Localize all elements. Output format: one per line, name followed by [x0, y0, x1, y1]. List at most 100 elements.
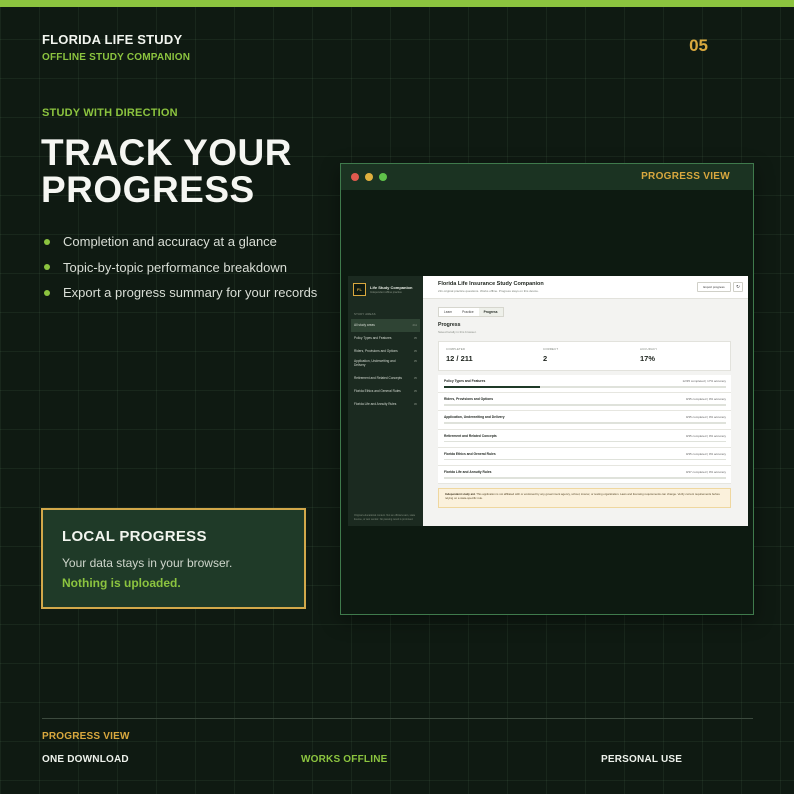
- sidebar-item-application[interactable]: Application, Underwriting and Delivery 35: [351, 357, 420, 372]
- browser-window: PROGRESS VIEW FL Life Study Companion In…: [340, 163, 754, 615]
- topic-stat: 0/35 completed | 0% accuracy: [685, 397, 726, 402]
- topic-stat: 0/35 completed | 0% accuracy: [685, 415, 726, 420]
- sidebar-item-label: Florida Life and Annuity Rules: [354, 401, 397, 406]
- tab-practice[interactable]: Practice: [457, 308, 479, 316]
- mode-tabs: Learn Practice Progress: [438, 307, 504, 317]
- sidebar-item-count: 35: [413, 359, 417, 364]
- topic-stat: 12/35 completed | 17% accuracy: [682, 379, 726, 383]
- sidebar-item-label: Policy Types and Features: [354, 336, 392, 341]
- footer-item-offline: WORKS OFFLINE: [301, 754, 388, 765]
- sidebar-item-ethics[interactable]: Florida Ethics and General Rules 35: [351, 385, 420, 398]
- topic-list: Policy Types and Features 12/35 complete…: [438, 375, 731, 485]
- close-dot-icon: [351, 173, 359, 181]
- topic-stat: 0/37 completed | 0% accuracy: [685, 469, 726, 474]
- sidebar-item-count: 35: [413, 348, 417, 353]
- feature-item: Topic-by-topic performance breakdown: [44, 255, 317, 281]
- card-highlight: Nothing is uploaded.: [62, 576, 181, 590]
- stats-summary: COMPLETED 12 / 211 CORRECT 2 ACCURACY 17…: [438, 341, 731, 371]
- sidebar-item-count: 35: [413, 336, 417, 341]
- brand-subtitle: OFFLINE STUDY COMPANION: [42, 52, 191, 63]
- notice-text: This application is not affiliated with …: [445, 492, 720, 501]
- app-logo: FL: [353, 283, 366, 296]
- maximize-dot-icon: [379, 173, 387, 181]
- topic-row: Florida Ethics and General Rules 0/35 co…: [438, 447, 731, 466]
- brand-title: FLORIDA LIFE STUDY: [42, 32, 183, 47]
- topic-name: Riders, Provisions and Options: [444, 397, 494, 402]
- window-titlebar: PROGRESS VIEW: [341, 164, 753, 190]
- sidebar-footer-note: Original educational content. Not an off…: [354, 514, 416, 521]
- sidebar-item-count: 211: [412, 323, 417, 328]
- refresh-icon[interactable]: ↻: [733, 282, 743, 292]
- topic-progress-bar: [444, 440, 726, 443]
- topic-name: Florida Ethics and General Rules: [444, 451, 496, 456]
- footer-label: PROGRESS VIEW: [42, 731, 130, 742]
- stat-value: 12 / 211: [446, 354, 473, 363]
- sidebar-header: FL Life Study Companion Independent offl…: [348, 276, 423, 303]
- topic-progress-bar: [444, 404, 726, 406]
- stat-completed: COMPLETED 12 / 211: [439, 342, 536, 370]
- sidebar-item-count: 36: [413, 401, 417, 406]
- app-main: Florida Life Insurance Study Companion 2…: [423, 276, 748, 526]
- page-number: 05: [689, 36, 708, 55]
- section-title: Progress: [438, 322, 461, 328]
- stat-correct: CORRECT 2: [536, 342, 633, 370]
- stat-label: ACCURACY: [640, 347, 658, 351]
- topic-progress-fill: [444, 386, 540, 388]
- feature-text: Completion and accuracy at a glance: [63, 234, 277, 250]
- footer-item-download: ONE DOWNLOAD: [42, 754, 129, 765]
- sidebar-item-label: All study areas: [354, 323, 375, 328]
- bullet-dot-icon: [44, 238, 50, 245]
- bullet-dot-icon: [44, 264, 50, 271]
- footer-item-personal: PERSONAL USE: [601, 754, 683, 765]
- minimize-dot-icon: [365, 173, 373, 181]
- main-header: Florida Life Insurance Study Companion 2…: [423, 276, 748, 299]
- topic-progress-bar: [444, 458, 726, 461]
- topic-name: Florida Life and Annuity Rules: [444, 469, 492, 474]
- feature-item: Export a progress summary for your recor…: [44, 280, 317, 306]
- card-title: LOCAL PROGRESS: [62, 528, 207, 545]
- eyebrow: STUDY WITH DIRECTION: [42, 107, 178, 119]
- feature-item: Completion and accuracy at a glance: [44, 229, 317, 255]
- topic-name: Policy Types and Features: [444, 379, 486, 383]
- footer-divider: [42, 718, 753, 719]
- section-subtitle: Saved locally in this browser.: [438, 330, 477, 334]
- sidebar-item-annuity[interactable]: Florida Life and Annuity Rules 36: [351, 397, 420, 410]
- tab-progress[interactable]: Progress: [478, 308, 503, 316]
- sidebar-item-policy-types[interactable]: Policy Types and Features 35: [351, 332, 420, 345]
- sidebar-item-label: Application, Underwriting and Delivery: [354, 359, 396, 368]
- sidebar-item-label: Riders, Provisions and Options: [354, 348, 398, 353]
- topic-name: Retirement and Related Concepts: [444, 433, 497, 438]
- topic-progress-bar: [444, 422, 726, 424]
- headline-line-1: TRACK YOUR: [41, 132, 292, 173]
- sidebar-item-riders[interactable]: Riders, Provisions and Options 35: [351, 344, 420, 357]
- sidebar-section-label: STUDY AREAS: [354, 312, 376, 316]
- disclaimer-notice: Independent study aid. This application …: [438, 488, 731, 508]
- sidebar-item-label: Florida Ethics and General Rules: [354, 389, 401, 394]
- sidebar-item-retirement[interactable]: Retirement and Related Concepts 35: [351, 372, 420, 385]
- feature-text: Export a progress summary for your recor…: [63, 285, 318, 301]
- app-screenshot: FL Life Study Companion Independent offl…: [348, 276, 748, 526]
- headline: TRACK YOUR PROGRESS: [41, 134, 292, 208]
- sidebar-item-label: Retirement and Related Concepts: [354, 376, 403, 381]
- sidebar-app-subtitle: Independent offline practice: [370, 291, 402, 294]
- stat-accuracy: ACCURACY 17%: [633, 342, 730, 370]
- topic-progress-bar: [444, 386, 726, 388]
- sidebar-item-all[interactable]: All study areas 211: [351, 319, 420, 332]
- sidebar-item-count: 35: [413, 389, 417, 394]
- export-progress-button[interactable]: Export progress: [697, 282, 731, 292]
- window-label: PROGRESS VIEW: [641, 171, 730, 182]
- headline-line-2: PROGRESS: [41, 169, 255, 210]
- feature-list: Completion and accuracy at a glance Topi…: [44, 229, 317, 306]
- topic-row: Riders, Provisions and Options 0/35 comp…: [438, 393, 731, 412]
- main-title: Florida Life Insurance Study Companion: [438, 281, 544, 287]
- bullet-dot-icon: [44, 289, 50, 296]
- topic-stat: 0/35 completed | 0% accuracy: [685, 451, 726, 456]
- app-sidebar: FL Life Study Companion Independent offl…: [348, 276, 423, 526]
- stat-value: 17%: [640, 354, 656, 363]
- sidebar-app-title: Life Study Companion: [370, 285, 413, 290]
- brand: FLORIDA LIFE STUDY OFFLINE STUDY COMPANI…: [42, 32, 190, 63]
- topic-row: Retirement and Related Concepts 0/35 com…: [438, 429, 731, 448]
- tab-learn[interactable]: Learn: [439, 308, 457, 316]
- stat-label: CORRECT: [543, 347, 559, 351]
- topic-progress-bar: [444, 476, 726, 479]
